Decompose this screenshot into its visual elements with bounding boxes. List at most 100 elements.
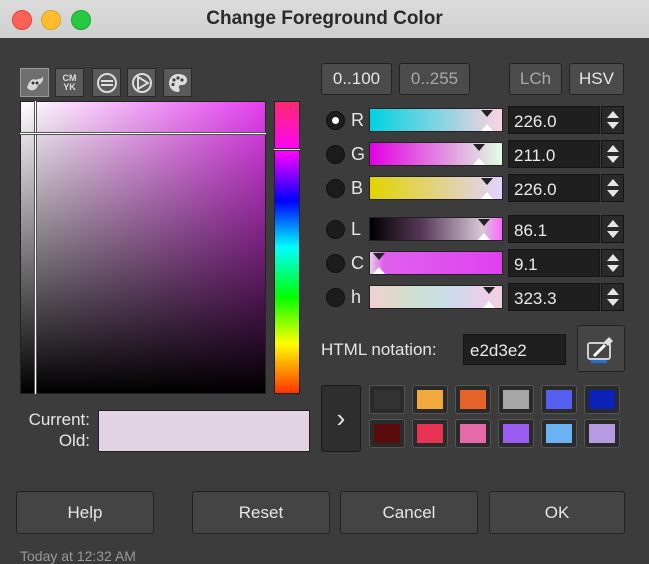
- slider-thumb-top: [481, 110, 493, 117]
- range-0-255-button[interactable]: 0..255: [399, 63, 470, 95]
- spin-buttons[interactable]: [601, 283, 624, 311]
- channel-slider-h[interactable]: [369, 285, 503, 309]
- saturation-value-area[interactable]: [20, 101, 266, 394]
- cmyk-icon: CM YK: [62, 72, 77, 92]
- hue-marker: [274, 148, 300, 151]
- slider-thumb-bottom: [481, 192, 493, 199]
- reset-button[interactable]: Reset: [192, 491, 330, 534]
- channel-slider-C[interactable]: [369, 251, 503, 275]
- palette-icon: [168, 73, 187, 92]
- channel-label: L: [351, 219, 362, 239]
- slider-thumb-top: [481, 178, 493, 185]
- slider-thumb-top: [473, 144, 485, 151]
- channel-radio-R[interactable]: [326, 111, 345, 130]
- slider-thumb-top: [478, 219, 490, 226]
- channel-radio-G[interactable]: [326, 145, 345, 164]
- old-label: Old:: [58, 431, 90, 450]
- history-swatch[interactable]: [369, 419, 405, 448]
- hue-strip[interactable]: [274, 101, 300, 394]
- channel-value-input[interactable]: 226.0: [508, 106, 600, 134]
- spin-buttons[interactable]: [601, 174, 624, 202]
- arrow-down-icon[interactable]: [607, 299, 619, 306]
- channel-value-input[interactable]: 323.3: [508, 283, 600, 311]
- history-swatch[interactable]: [541, 419, 577, 448]
- arrow-down-icon[interactable]: [607, 122, 619, 129]
- history-swatch-fill: [374, 424, 400, 443]
- history-swatch-fill: [460, 424, 486, 443]
- slider-thumb-bottom: [473, 158, 485, 165]
- selector-tab-watercolor[interactable]: [92, 68, 121, 97]
- arrow-up-icon[interactable]: [607, 179, 619, 186]
- arrow-up-icon[interactable]: [607, 220, 619, 227]
- channel-value-input[interactable]: 226.0: [508, 174, 600, 202]
- spin-buttons[interactable]: [601, 215, 624, 243]
- history-swatch[interactable]: [498, 385, 534, 414]
- background-timestamp: Today at 12:32 AM: [20, 548, 136, 564]
- channel-slider-R[interactable]: [369, 108, 503, 132]
- channel-label: R: [351, 110, 364, 130]
- channel-label: h: [351, 287, 362, 307]
- range-0-100-button[interactable]: 0..100: [321, 63, 392, 95]
- history-swatch-fill: [546, 424, 572, 443]
- selector-tab-gimp[interactable]: [20, 68, 49, 97]
- channel-radio-L[interactable]: [326, 220, 345, 239]
- history-swatch[interactable]: [455, 385, 491, 414]
- arrow-down-icon[interactable]: [607, 156, 619, 163]
- history-swatch[interactable]: [455, 419, 491, 448]
- eyedropper-icon: [587, 336, 613, 363]
- html-notation-input[interactable]: e2d3e2: [463, 334, 566, 365]
- ok-button[interactable]: OK: [489, 491, 625, 534]
- arrow-up-icon[interactable]: [607, 111, 619, 118]
- slider-thumb-bottom: [373, 267, 385, 274]
- history-swatch[interactable]: [541, 385, 577, 414]
- channel-slider-L[interactable]: [369, 217, 503, 241]
- history-swatch[interactable]: [584, 419, 620, 448]
- color-picker-button[interactable]: [577, 325, 625, 372]
- arrow-down-icon[interactable]: [607, 265, 619, 272]
- channel-radio-C[interactable]: [326, 254, 345, 273]
- lch-button[interactable]: LCh: [509, 63, 562, 95]
- hsv-button[interactable]: HSV: [569, 63, 624, 95]
- selector-tab-palette[interactable]: [163, 68, 192, 97]
- watercolor-icon: [96, 72, 117, 93]
- channel-slider-G[interactable]: [369, 142, 503, 166]
- spin-buttons[interactable]: [601, 249, 624, 277]
- channel-value-input[interactable]: 9.1: [508, 249, 600, 277]
- history-swatch-fill: [503, 424, 529, 443]
- sv-crosshair-vertical: [34, 101, 37, 394]
- arrow-up-icon[interactable]: [607, 254, 619, 261]
- spin-buttons[interactable]: [601, 106, 624, 134]
- arrow-down-icon[interactable]: [607, 231, 619, 238]
- slider-thumb-top: [373, 253, 385, 260]
- title-bar: Change Foreground Color: [0, 0, 649, 39]
- channel-radio-B[interactable]: [326, 179, 345, 198]
- slider-thumb-top: [483, 287, 495, 294]
- channel-slider-B[interactable]: [369, 176, 503, 200]
- arrow-down-icon[interactable]: [607, 190, 619, 197]
- window-title: Change Foreground Color: [206, 8, 443, 29]
- selector-tab-cmyk[interactable]: CM YK: [55, 68, 84, 97]
- history-swatch[interactable]: [369, 385, 405, 414]
- history-swatch-fill: [546, 390, 572, 409]
- slider-thumb-bottom: [483, 301, 495, 308]
- history-swatch-fill: [589, 390, 615, 409]
- color-history-button[interactable]: ›: [321, 385, 361, 452]
- channel-radio-h[interactable]: [326, 288, 345, 307]
- arrow-up-icon[interactable]: [607, 145, 619, 152]
- slider-thumb-bottom: [481, 124, 493, 131]
- help-button[interactable]: Help: [16, 491, 154, 534]
- arrow-up-icon[interactable]: [607, 288, 619, 295]
- cancel-button[interactable]: Cancel: [340, 491, 478, 534]
- spin-buttons[interactable]: [601, 140, 624, 168]
- current-label: Current:: [28, 410, 90, 429]
- sv-crosshair-horizontal: [20, 132, 266, 135]
- history-swatch[interactable]: [584, 385, 620, 414]
- history-swatch[interactable]: [412, 385, 448, 414]
- history-swatch[interactable]: [412, 419, 448, 448]
- channel-value-input[interactable]: 211.0: [508, 140, 600, 168]
- history-swatch-fill: [417, 424, 443, 443]
- history-swatch[interactable]: [498, 419, 534, 448]
- selector-tab-wheel[interactable]: [127, 68, 156, 97]
- channel-value-input[interactable]: 86.1: [508, 215, 600, 243]
- html-notation-label: HTML notation:: [321, 340, 437, 359]
